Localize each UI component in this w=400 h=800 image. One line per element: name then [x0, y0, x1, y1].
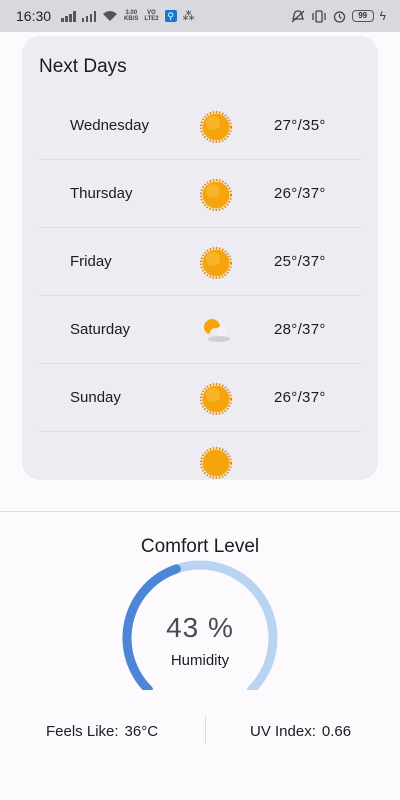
status-bar: 16:30 3.00 KB/S VO LTE2 ⚲ ⁂ 99 ϟ: [0, 0, 400, 32]
day-row[interactable]: Wednesday 27°/35°: [39, 92, 361, 160]
section-divider: [0, 511, 400, 512]
day-list[interactable]: Wednesday 27°/35° Thursday 26°/37° Frida…: [39, 92, 361, 432]
signal-2-icon: [81, 10, 97, 22]
humidity-value: 43 %: [166, 612, 234, 643]
battery-icon: 99: [351, 10, 374, 22]
network-share-icon: ⁂: [182, 9, 195, 23]
day-row[interactable]: Saturday 28°/37°: [39, 296, 361, 364]
day-name: Thursday: [70, 185, 133, 202]
net-speed: 3.00 KB/S: [124, 10, 139, 22]
sun-icon: [200, 447, 232, 479]
day-name: Saturday: [70, 321, 131, 338]
day-temp: 27°/35°: [274, 117, 326, 134]
status-time: 16:30: [16, 8, 52, 24]
day-name: Friday: [70, 253, 112, 270]
usb-icon: ⚲: [164, 10, 177, 22]
sun-icon: [200, 111, 232, 143]
next-days-title: Next Days: [39, 56, 127, 77]
uv-index-label: UV Index:: [250, 723, 316, 740]
volte-badge: VO LTE2: [144, 10, 159, 22]
uv-index-value: 0.66: [321, 723, 352, 740]
day-name: Wednesday: [70, 117, 149, 134]
feels-like-label: Feels Like:: [46, 723, 119, 740]
feels-like-value: 36°C: [124, 723, 159, 740]
day-row[interactable]: Friday 25°/37°: [39, 228, 361, 296]
day-temp: 26°/37°: [274, 389, 326, 406]
details-separator: [205, 716, 206, 744]
humidity-label: Humidity: [170, 652, 230, 669]
day-row[interactable]: Thursday 26°/37°: [39, 160, 361, 228]
signal-icon: [61, 10, 76, 22]
day-name: Sunday: [70, 389, 121, 406]
day-temp: 25°/37°: [274, 253, 326, 270]
uv-index: UV Index: 0.66: [250, 723, 351, 740]
day-temp: 28°/37°: [274, 321, 326, 338]
sun-icon: [200, 179, 232, 211]
feels-like: Feels Like: 36°C: [46, 723, 158, 740]
comfort-level-title: Comfort Level: [140, 536, 260, 557]
day-row[interactable]: Sunday 26°/37°: [39, 364, 361, 432]
day-temp: 26°/37°: [274, 185, 326, 202]
alarm-icon: [333, 10, 345, 23]
next-days-card: Next Days Wednesday 27°/35° Thursday 26°…: [22, 36, 378, 480]
status-bar-left: 16:30 3.00 KB/S VO LTE2 ⚲ ⁂: [16, 8, 195, 24]
sun-icon: [200, 383, 232, 415]
vibrate-icon: [311, 9, 326, 23]
charging-icon: ϟ: [379, 9, 386, 23]
status-bar-right: 99 ϟ: [291, 9, 386, 23]
sun-icon: [200, 247, 232, 279]
partly-cloudy-icon: [204, 319, 230, 342]
wifi-icon: [103, 11, 118, 21]
mute-icon: [291, 9, 305, 22]
comfort-details: Feels Like: 36°C UV Index: 0.66: [0, 716, 400, 744]
